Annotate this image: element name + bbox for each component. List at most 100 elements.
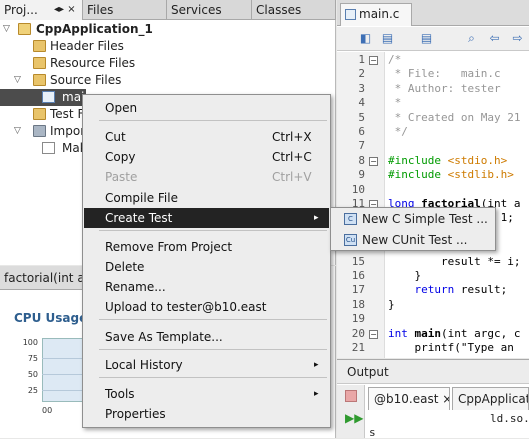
code-line[interactable]: */ [388,125,408,139]
menu-separator [99,319,327,320]
code-line[interactable]: /* [388,53,401,67]
menu-separator [99,377,327,378]
expand-toggle-icon[interactable]: ▽ [14,72,24,89]
rerun-icon[interactable]: ▶▶ [345,411,363,425]
back-icon[interactable]: ▤ [380,31,395,46]
menu-item-new-c-simple-test[interactable]: C New C Simple Test ... [332,209,494,229]
line-number: 2 [358,67,365,81]
cunit-test-icon: Cu [344,234,357,246]
menu-item-label: Cut [105,130,126,144]
menu-item-local-history[interactable]: Local History ▸ [84,355,329,375]
code-line[interactable]: result *= i; [388,255,520,269]
tab-classes[interactable]: Classes [252,0,336,20]
tab-navigator[interactable]: factorial(int ar [0,266,90,290]
line-number: 16 [351,269,365,282]
menu-item-tools[interactable]: Tools ▸ [84,384,329,404]
menu-item-properties[interactable]: Properties [84,404,329,424]
menu-item-copy[interactable]: Copy Ctrl+C [84,147,329,167]
code-line[interactable]: return result; [388,283,507,297]
code-line[interactable]: int main(int argc, c [388,327,520,341]
output-toolbar: ▶▶ [337,385,365,438]
code-token: <stdio.h> [447,153,508,167]
line-number: 20 [351,326,365,340]
code-token: /* [388,53,402,66]
output-title[interactable]: Output [337,360,529,384]
tab-services[interactable]: Services [167,0,252,20]
menu-item-create-test[interactable]: Create Test ▸ [84,208,329,228]
code-line[interactable]: * Created on May 21 [388,111,521,125]
menu-item-cut[interactable]: Cut Ctrl+X [84,127,329,147]
menu-item-delete[interactable]: Delete [84,257,329,277]
code-token: * Author: tester [388,81,501,95]
code-token: <stdlib.h> [447,168,514,182]
tree-item-project[interactable]: ▽ CppApplication_1 [0,21,336,38]
menu-item-upload[interactable]: Upload to tester@b10.east [84,297,329,317]
menu-item-save-as-template[interactable]: Save As Template... [84,327,329,347]
tab-projects[interactable]: Proj... ◂▸ × [0,0,83,20]
line-number: 19 [351,312,365,326]
code-line[interactable]: #include <stdio.h> [388,154,507,168]
forward-icon[interactable]: ▤ [419,31,434,46]
code-token: #include [388,168,448,182]
find-previous-icon[interactable]: ⇦ [487,31,502,46]
code-line[interactable]: printf("Type an [388,341,514,355]
menu-item-shortcut: Ctrl+C [272,150,312,164]
code-token: int [388,326,415,340]
tree-item-header-files[interactable]: Header Files [0,38,336,55]
fold-toggle-icon[interactable]: − [369,156,378,166]
fold-toggle-icon[interactable]: − [369,56,378,65]
tree-item-test-files[interactable]: Test F [0,106,86,123]
left-tab-bar: Proj... ◂▸ × Files Services Classes [0,0,336,20]
menu-item-compile-file[interactable]: Compile File [84,188,329,208]
menu-item-new-cunit-test[interactable]: Cu New CUnit Test ... [332,230,494,250]
output-tab-remote[interactable]: @b10.east × [368,387,450,410]
find-icon[interactable]: ⌕ [464,31,479,46]
menu-item-shortcut: Ctrl+V [272,170,312,184]
find-next-icon[interactable]: ⇨ [510,31,525,46]
code-token: return [388,283,461,297]
code-line[interactable]: * [388,96,402,110]
expand-toggle-icon[interactable]: ▽ [14,123,24,140]
y-tick: 50 [27,370,38,379]
tree-item-main-c[interactable]: mai [0,89,86,106]
menu-item-label: Create Test [105,211,173,225]
tree-item-important-files[interactable]: ▽ Impor [0,123,86,140]
code-line[interactable]: * Author: tester [388,82,501,96]
code-line[interactable]: } [388,298,395,312]
expand-toggle-icon[interactable]: ▽ [3,21,13,38]
menu-item-remove-from-project[interactable]: Remove From Project [84,237,329,257]
code-token: * [388,96,402,110]
source-history-icon[interactable]: ◧ [358,31,373,46]
code-line[interactable]: #include <stdlib.h> [388,168,514,182]
tree-item-label: Impor [50,124,86,138]
tab-services-label: Services [171,3,222,17]
line-number: 10 [351,182,365,196]
folder-icon [33,57,46,69]
menu-item-rename[interactable]: Rename... [84,277,329,297]
line-number: 17 [351,283,365,297]
code-token: result; [460,283,508,297]
tab-projects-controls[interactable]: ◂▸ × [54,0,76,20]
submenu-arrow-icon: ▸ [314,213,319,223]
tab-files[interactable]: Files [83,0,167,20]
line-number: 3 [358,81,365,95]
cpu-usage-chart [42,338,87,402]
c-file-icon [42,91,55,103]
context-menu: Open Cut Ctrl+X Copy Ctrl+C Paste Ctrl+V Co… [82,94,331,428]
menu-item-label: Tools [105,387,135,401]
code-line[interactable]: * File: main.c [388,67,501,81]
folder-icon [33,125,46,137]
stop-icon[interactable] [345,390,357,402]
menu-item-label: Compile File [105,191,178,205]
line-number: 18 [351,297,365,311]
editor-tab-label: main.c [359,7,400,21]
code-token: printf("Type an [388,341,514,354]
tree-item-makefile[interactable]: Mak [0,140,87,157]
tree-item-resource-files[interactable]: Resource Files [0,55,336,72]
code-line[interactable]: } [388,269,421,283]
fold-toggle-icon[interactable]: − [369,329,378,339]
menu-item-open[interactable]: Open [84,98,329,118]
output-tab-cppapplication[interactable]: CppApplicati [452,387,529,410]
tree-item-source-files[interactable]: ▽ Source Files [0,72,336,89]
editor-tab-main-c[interactable]: main.c × [340,3,412,42]
